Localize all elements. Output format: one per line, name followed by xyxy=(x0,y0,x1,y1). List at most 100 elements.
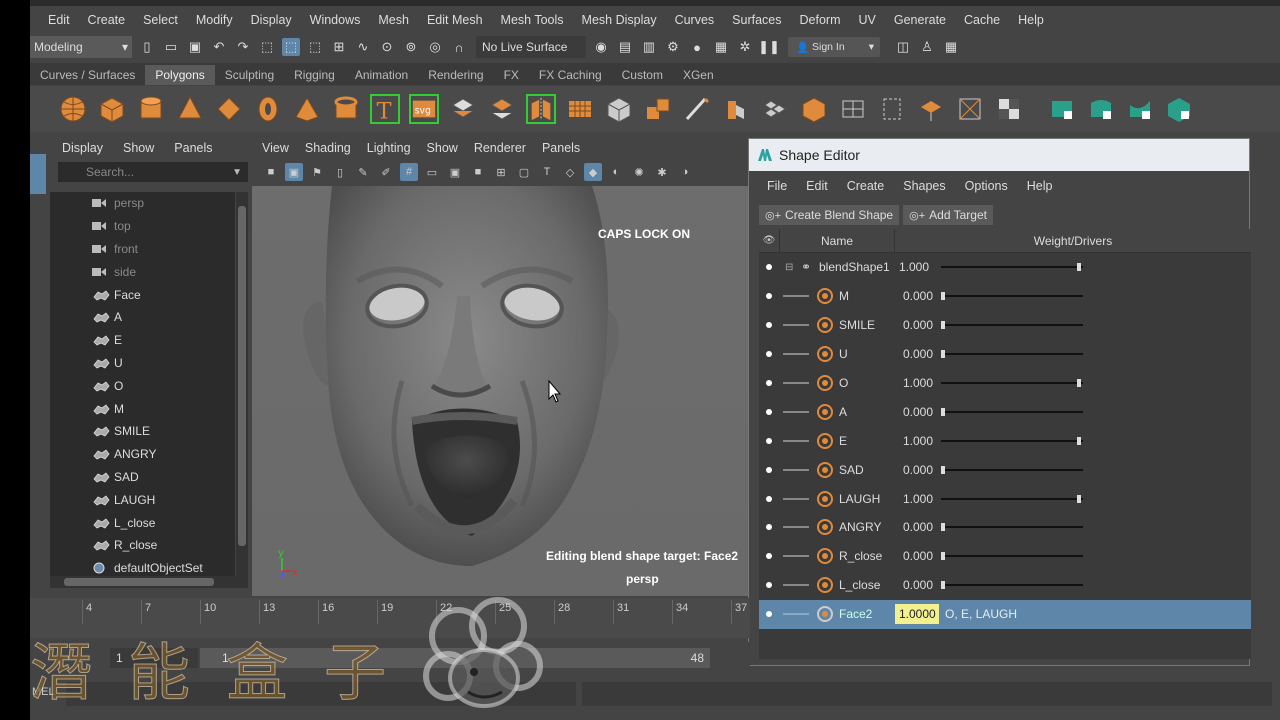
2d-pan-zoom-icon[interactable]: ✎ xyxy=(354,163,372,181)
select-component-icon[interactable]: ⬚ xyxy=(306,38,324,56)
combination-target-row[interactable]: Face2 1.0000 O, E, LAUGH xyxy=(759,599,1251,629)
target-weight-slider[interactable] xyxy=(941,292,1083,301)
render-view-icon[interactable]: ◉ xyxy=(592,38,610,56)
menu-edit-mesh[interactable]: Edit Mesh xyxy=(427,13,483,27)
poly-torus-icon[interactable] xyxy=(253,94,283,124)
target-weight-slider[interactable] xyxy=(941,379,1083,387)
multi-cut-icon[interactable] xyxy=(682,94,712,124)
outliner-item[interactable]: U xyxy=(50,352,235,375)
column-name[interactable]: Name xyxy=(779,228,895,253)
target-weight-field[interactable]: 0.000 xyxy=(903,289,943,303)
create-blend-shape-button[interactable]: ◎+ Create Blend Shape xyxy=(759,205,900,225)
insert-edge-loop-icon[interactable] xyxy=(760,94,790,124)
new-scene-icon[interactable]: ▯ xyxy=(138,38,156,56)
target-weight-slider[interactable] xyxy=(941,436,1083,445)
film-gate-icon[interactable]: ▭ xyxy=(423,163,441,181)
visibility-toggle[interactable] xyxy=(759,264,779,271)
slider-knob[interactable] xyxy=(941,350,945,359)
modeling-toolkit-icon[interactable]: ◫ xyxy=(894,38,912,56)
menu-uv[interactable]: UV xyxy=(859,13,876,27)
target-weight-slider[interactable] xyxy=(941,581,1083,590)
slider-knob[interactable] xyxy=(1077,494,1081,503)
visibility-toggle[interactable] xyxy=(759,380,779,386)
attribute-editor-icon[interactable]: ▦ xyxy=(942,38,960,56)
shelf-tab-rigging[interactable]: Rigging xyxy=(284,65,345,85)
menu-mesh[interactable]: Mesh xyxy=(378,13,409,27)
outliner-item[interactable]: SAD xyxy=(50,466,235,489)
combo-target-weight-field[interactable]: 1.0000 xyxy=(895,604,939,625)
select-hierarchy-icon[interactable]: ⬚ xyxy=(258,38,276,56)
target-weight-field[interactable]: 0.000 xyxy=(903,578,943,592)
image-plane-icon[interactable]: ▯ xyxy=(331,163,349,181)
add-target-button[interactable]: ◎+ Add Target xyxy=(903,205,993,225)
select-tool-icon[interactable] xyxy=(30,154,46,194)
shadows-icon[interactable]: ◑ xyxy=(676,163,694,181)
target-weight-field[interactable]: 0.000 xyxy=(903,318,943,332)
grease-pencil-icon[interactable]: ✐ xyxy=(377,163,395,181)
viewport-menu-panels[interactable]: Panels xyxy=(542,141,580,155)
hypershade-icon[interactable]: ● xyxy=(688,38,706,56)
outliner-menu-display[interactable]: Display xyxy=(62,141,103,155)
target-row[interactable]: ANGRY 0.000 xyxy=(759,513,1251,542)
outliner-menu-show[interactable]: Show xyxy=(123,141,154,155)
separate-icon[interactable] xyxy=(487,94,517,124)
target-weight-field[interactable]: 0.000 xyxy=(903,549,943,563)
target-weight-slider[interactable] xyxy=(941,465,1083,474)
visibility-toggle[interactable] xyxy=(759,524,779,531)
pause-viewport-icon[interactable]: ❚❚ xyxy=(758,38,780,56)
visibility-toggle[interactable] xyxy=(759,437,779,444)
outliner-item[interactable]: LAUGH xyxy=(50,488,235,511)
light-editor-icon[interactable]: ✲ xyxy=(736,38,754,56)
spherical-map-icon[interactable] xyxy=(916,94,946,124)
visibility-toggle[interactable] xyxy=(759,322,779,329)
visibility-toggle[interactable] xyxy=(759,582,779,589)
menu-select[interactable]: Select xyxy=(143,13,178,27)
scrollbar-thumb[interactable] xyxy=(64,578,214,586)
shelf-tab-animation[interactable]: Animation xyxy=(345,65,418,85)
menu-help[interactable]: Help xyxy=(1018,13,1044,27)
blend-shape-weight-slider[interactable] xyxy=(941,263,1083,272)
slider-knob[interactable] xyxy=(941,292,945,301)
shelf-tab-polygons[interactable]: Polygons xyxy=(145,65,215,85)
sign-in-dropdown[interactable]: 👤 Sign In ▾ xyxy=(788,37,880,57)
grid-icon[interactable]: # xyxy=(400,163,418,181)
viewport-menu-lighting[interactable]: Lighting xyxy=(367,141,411,155)
blend-shape-weight-field[interactable]: 1.000 xyxy=(899,260,939,274)
svg-tool-icon[interactable]: svg xyxy=(409,94,439,124)
menu-edit[interactable]: Edit xyxy=(48,13,70,27)
shelf-tab-curves-surfaces[interactable]: Curves / Surfaces xyxy=(30,65,145,85)
checker-icon[interactable] xyxy=(994,94,1024,124)
slider-knob[interactable] xyxy=(941,581,945,590)
target-row[interactable]: U 0.000 xyxy=(759,340,1251,369)
slider-knob[interactable] xyxy=(941,523,945,532)
shape-editor-menu-options[interactable]: Options xyxy=(965,179,1008,193)
slider-knob[interactable] xyxy=(1077,263,1081,272)
render-frame-icon[interactable]: ▤ xyxy=(616,38,634,56)
target-row[interactable]: E 1.000 xyxy=(759,426,1251,455)
cylindrical-map-icon[interactable] xyxy=(877,94,907,124)
menu-modify[interactable]: Modify xyxy=(196,13,233,27)
visibility-toggle[interactable] xyxy=(759,466,779,473)
target-weight-slider[interactable] xyxy=(941,494,1083,503)
menu-create[interactable]: Create xyxy=(88,13,126,27)
target-row[interactable]: LAUGH 1.000 xyxy=(759,484,1251,513)
outliner-item[interactable]: E xyxy=(50,329,235,352)
slider-knob[interactable] xyxy=(1077,436,1081,445)
outliner-item[interactable]: front xyxy=(50,238,235,261)
safe-action-icon[interactable]: ▢ xyxy=(515,163,533,181)
menu-mesh-tools[interactable]: Mesh Tools xyxy=(501,13,564,27)
target-weight-slider[interactable] xyxy=(941,407,1083,416)
outliner-vertical-scrollbar[interactable] xyxy=(236,192,248,576)
outliner-item[interactable]: SMILE xyxy=(50,420,235,443)
slider-knob[interactable] xyxy=(941,321,945,330)
snap-surface-icon[interactable]: ◎ xyxy=(426,38,444,56)
snap-curve-icon[interactable]: ∿ xyxy=(354,38,372,56)
combine-icon[interactable] xyxy=(448,94,478,124)
shape-editor-titlebar[interactable]: Shape Editor xyxy=(749,139,1249,171)
shelf-tab-rendering[interactable]: Rendering xyxy=(418,65,493,85)
collapse-icon[interactable]: ⊟ xyxy=(785,262,797,273)
poly-cone-icon[interactable] xyxy=(175,94,205,124)
outliner-item[interactable]: Face xyxy=(50,283,235,306)
3d-viewport[interactable]: y x z CAPS LOCK ON Editing blend shape t… xyxy=(252,186,752,596)
outliner-item[interactable]: M xyxy=(50,397,235,420)
